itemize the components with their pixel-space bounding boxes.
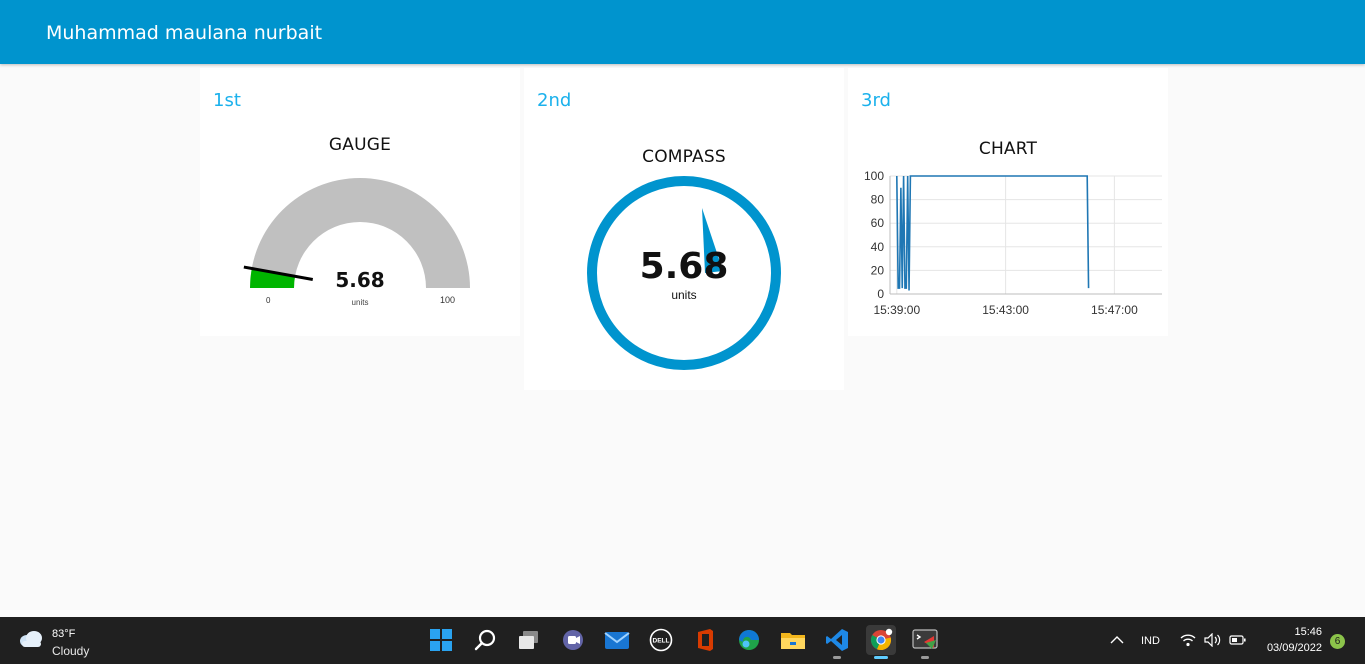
taskbar: 83°F Cloudy DELL IND 15:46 03/09/2022 6 [0,617,1365,664]
card-title: 2nd [537,90,572,111]
vscode-icon[interactable] [822,625,852,659]
cloud-icon [20,631,42,647]
gauge-value: 5.68 [335,268,385,292]
dell-icon[interactable]: DELL [646,625,676,655]
chart-title: CHART [978,139,1038,159]
gauge-title: GAUGE [328,135,392,155]
edge-icon[interactable] [734,625,764,655]
search-icon[interactable] [470,625,500,655]
chevron-up-icon[interactable] [1110,635,1124,645]
card-title: 3rd [861,90,891,111]
chart-y-tick: 0 [877,287,884,301]
terminal-icon[interactable] [910,625,940,659]
mail-icon[interactable] [602,625,632,655]
chart-series-line [896,175,1090,291]
gauge-min-label: 0 [266,296,271,305]
chart-y-tick: 40 [871,240,885,254]
language-indicator[interactable]: IND [1141,635,1160,647]
gauge-max-label: 100 [440,295,456,305]
compass-value: 5.68 [639,246,729,287]
card-chart: 3rd CHART 0 20 40 60 80 100 15:39:00 15:43:00 15… [848,68,1168,336]
card-compass: 2nd COMPASS 5.68 units [524,68,844,390]
office-icon[interactable] [690,625,720,655]
chart-x-tick: 15:43:00 [982,303,1029,317]
svg-text:DELL: DELL [653,638,670,645]
dashboard-title: Muhammad maulana nurbait [46,22,323,44]
volume-icon[interactable] [1204,633,1222,647]
battery-icon[interactable] [1229,634,1247,646]
clock-date[interactable]: 03/09/2022 [1267,642,1322,654]
weather-condition: Cloudy [52,644,90,658]
file-explorer-icon[interactable] [778,625,808,655]
card-title: 1st [213,90,241,111]
chart-y-tick: 20 [871,263,885,277]
chart-y-tick: 100 [864,169,884,183]
gauge-units: units [351,298,369,307]
compass-units: units [671,288,697,302]
clock-time[interactable]: 15:46 [1294,626,1322,638]
teams-icon[interactable] [558,625,588,655]
chart-y-tick: 60 [871,216,885,230]
top-bar: Muhammad maulana nurbait [0,0,1365,64]
start-icon[interactable] [426,625,456,655]
line-chart: 0 20 40 60 80 100 15:39:00 15:43:00 15:47:00 [864,169,1162,317]
compass-title: COMPASS [642,147,726,167]
notification-badge[interactable]: 6 [1330,634,1345,649]
chrome-icon[interactable] [866,625,896,659]
chart-x-tick: 15:47:00 [1091,303,1138,317]
card-gauge: 1st GAUGE 5.68 units 0 100 [200,68,520,336]
wifi-icon[interactable] [1180,633,1196,647]
weather-temp: 83°F [52,628,76,640]
chart-x-tick: 15:39:00 [873,303,920,317]
chart-y-tick: 80 [871,193,885,207]
task-view-icon[interactable] [514,625,544,655]
